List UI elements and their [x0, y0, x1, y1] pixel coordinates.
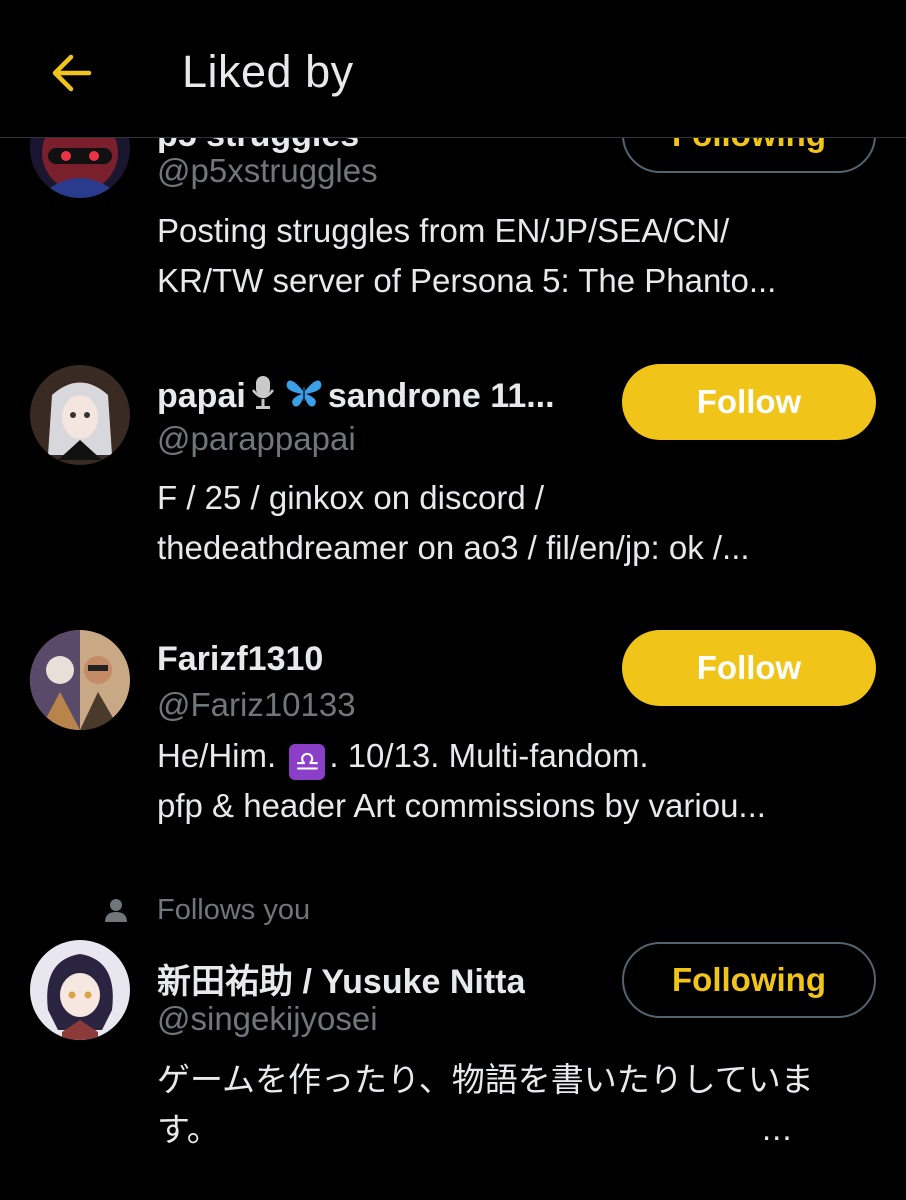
user-handle: @singekijyosei [157, 1000, 378, 1037]
bio-line: F / 25 / ginkox on discord / [157, 479, 545, 516]
avatar[interactable] [30, 940, 130, 1040]
following-button[interactable]: Following [622, 942, 876, 1018]
bio-line: Posting struggles from EN/JP/SEA/CN/ [157, 212, 730, 249]
back-button[interactable] [44, 48, 98, 98]
top-app-bar: Liked by [0, 0, 906, 138]
bio-line: thedeathdreamer on ao3 / fil/en/jp: ok /… [157, 529, 750, 566]
user-handle: @Fariz10133 [157, 686, 356, 723]
arrow-left-icon [52, 54, 92, 92]
user-row[interactable]: Farizf1310 Follow @Fariz10133 He/Him. ♎.… [0, 596, 906, 862]
user-name[interactable]: papai sandrone 11... [157, 374, 555, 419]
follows-you-label: Follows you [157, 894, 311, 926]
user-bio: He/Him. ♎. 10/13. Multi-fandom. pfp & he… [157, 731, 877, 831]
avatar[interactable] [30, 630, 130, 730]
user-row[interactable]: Follows you 新田祐助 / Yusuke Nitta Followin… [0, 862, 906, 1200]
avatar-image [30, 940, 130, 1040]
show-more-ellipsis[interactable]: ... [762, 1110, 793, 1148]
person-icon [103, 897, 129, 928]
bio-line: KR/TW server of Persona 5: The Phanto... [157, 262, 777, 299]
bio-line: pfp & header Art commissions by variou..… [157, 787, 766, 824]
libra-icon: ♎ [289, 744, 326, 780]
follow-button[interactable]: Follow [622, 630, 876, 706]
user-handle: @p5xstruggles [157, 152, 378, 189]
microphone-icon [250, 374, 276, 419]
follow-button[interactable]: Follow [622, 364, 876, 440]
butterfly-icon [284, 375, 324, 418]
avatar-image [30, 630, 130, 730]
user-name[interactable]: 新田祐助 / Yusuke Nitta [157, 954, 525, 1003]
user-name[interactable]: Farizf1310 [157, 640, 323, 679]
avatar[interactable] [30, 365, 130, 465]
bio-line: ゲームを作ったり、物語を書いたりしていま [157, 1061, 814, 1098]
user-bio: F / 25 / ginkox on discord / thedeathdre… [157, 473, 877, 573]
user-row[interactable]: papai sandrone 11... Follow @parappapai … [0, 330, 906, 596]
user-bio: Posting struggles from EN/JP/SEA/CN/ KR/… [157, 206, 877, 306]
user-handle: @parappapai [157, 420, 356, 457]
likers-list: p5 struggles Following @p5xstruggles Pos… [0, 0, 906, 1200]
avatar-image [30, 365, 130, 465]
page-title: Liked by [182, 46, 354, 97]
